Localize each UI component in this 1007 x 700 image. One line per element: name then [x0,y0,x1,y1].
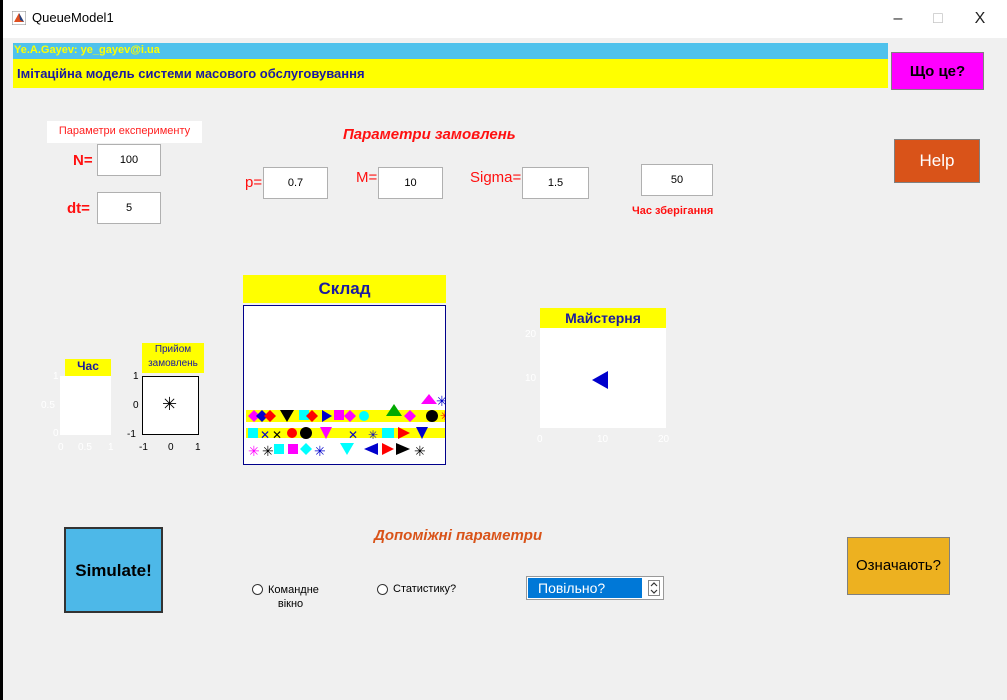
workshop-x-tick: 20 [658,434,670,445]
storage-time-label: Час зберігання [632,205,714,217]
order-params-title: Параметри замовлень [343,126,516,143]
svg-text:✕: ✕ [260,428,270,442]
svg-text:✳: ✳ [368,428,378,442]
speed-select-value: Повільно? [528,578,642,598]
sigma-label: Sigma= [470,169,522,186]
simulate-button[interactable]: Simulate! [64,527,163,613]
minimize-button[interactable]: – [883,8,913,30]
orders-x-tick: 0 [168,442,174,453]
orders-received-title: Прийом замовлень [142,343,204,373]
window-title: QueueModel1 [32,10,114,25]
what-is-it-button[interactable]: Що це? [891,52,984,90]
mean-button[interactable]: Означають? [847,537,950,595]
svg-text:✳: ✳ [440,409,445,423]
orders-x-tick: -1 [139,442,148,453]
workshop-title: Майстерня [540,308,666,328]
time-y-tick: 0 [53,428,59,439]
p-label: p= [245,174,263,191]
svg-text:✳: ✳ [314,443,326,459]
p-input[interactable]: 0.7 [263,167,328,199]
orders-y-tick: 0 [133,400,139,411]
orders-y-tick: 1 [133,371,139,382]
workshop-y-tick: 10 [525,373,537,384]
subtitle-text: Імітаційна модель системи масового обслу… [17,66,365,81]
subtitle-bar: Імітаційна модель системи масового обслу… [13,59,888,88]
time-y-tick: 1 [53,371,59,382]
warehouse-title: Склад [243,275,446,303]
time-x-tick: 0 [58,442,64,453]
figure-content: Ye.A.Gayev: ye_gayev@i.ua Імітаційна мод… [3,38,1007,700]
title-bar: QueueModel1 – □ X [3,0,1007,38]
time-y-tick: 0.5 [41,400,55,411]
svg-text:✳: ✳ [248,443,260,459]
orders-received-marker: ✳ [162,394,178,414]
storage-time-input[interactable]: 50 [641,164,713,196]
spinner-arrows-icon[interactable] [648,580,660,596]
command-window-radio[interactable] [252,584,263,595]
orders-y-tick: -1 [127,429,136,440]
svg-text:✕: ✕ [272,428,282,442]
m-label: M= [356,169,378,186]
dt-label: dt= [67,200,90,217]
time-plot-axes [60,376,111,435]
maximize-button[interactable]: □ [923,8,953,30]
statistics-radio[interactable] [377,584,388,595]
speed-select[interactable]: Повільно? [526,576,664,600]
dt-input[interactable]: 5 [97,192,161,224]
workshop-x-tick: 0 [537,434,543,445]
author-text: Ye.A.Gayev: ye_gayev@i.ua [14,44,160,56]
workshop-x-tick: 10 [597,434,609,445]
author-bar: Ye.A.Gayev: ye_gayev@i.ua [13,43,888,59]
warehouse-axes: ✳ ✳ ✕ ✕ ✕ ✳ ✳ ✳ ✳ ✳ [243,305,450,465]
sigma-input[interactable]: 1.5 [522,167,589,199]
help-button[interactable]: Help [894,139,980,183]
svg-text:✕: ✕ [348,428,358,442]
experiment-params-label: Параметри експерименту [47,121,202,143]
svg-text:✳: ✳ [262,443,274,459]
matlab-app-icon [12,11,26,25]
workshop-marker [592,371,608,389]
statistics-label: Статистику? [393,583,457,595]
svg-text:✳: ✳ [436,393,445,409]
m-input[interactable]: 10 [378,167,443,199]
orders-x-tick: 1 [195,442,201,453]
n-input[interactable]: 100 [97,144,161,176]
warehouse-markers: ✳ ✳ ✕ ✕ ✕ ✳ ✳ ✳ ✳ ✳ [246,393,450,459]
time-x-tick: 1 [108,442,114,453]
time-plot-title: Час [65,359,111,376]
n-label: N= [73,152,93,169]
close-button[interactable]: X [965,8,995,30]
svg-text:✳: ✳ [414,443,426,459]
auxiliary-params-title: Допоміжні параметри [374,527,543,544]
workshop-axes [540,328,666,428]
command-window-label: Командне вікно [268,584,319,610]
time-x-tick: 0.5 [78,442,92,453]
workshop-y-tick: 20 [525,329,537,340]
orders-received-axes: ✳ [142,376,199,435]
